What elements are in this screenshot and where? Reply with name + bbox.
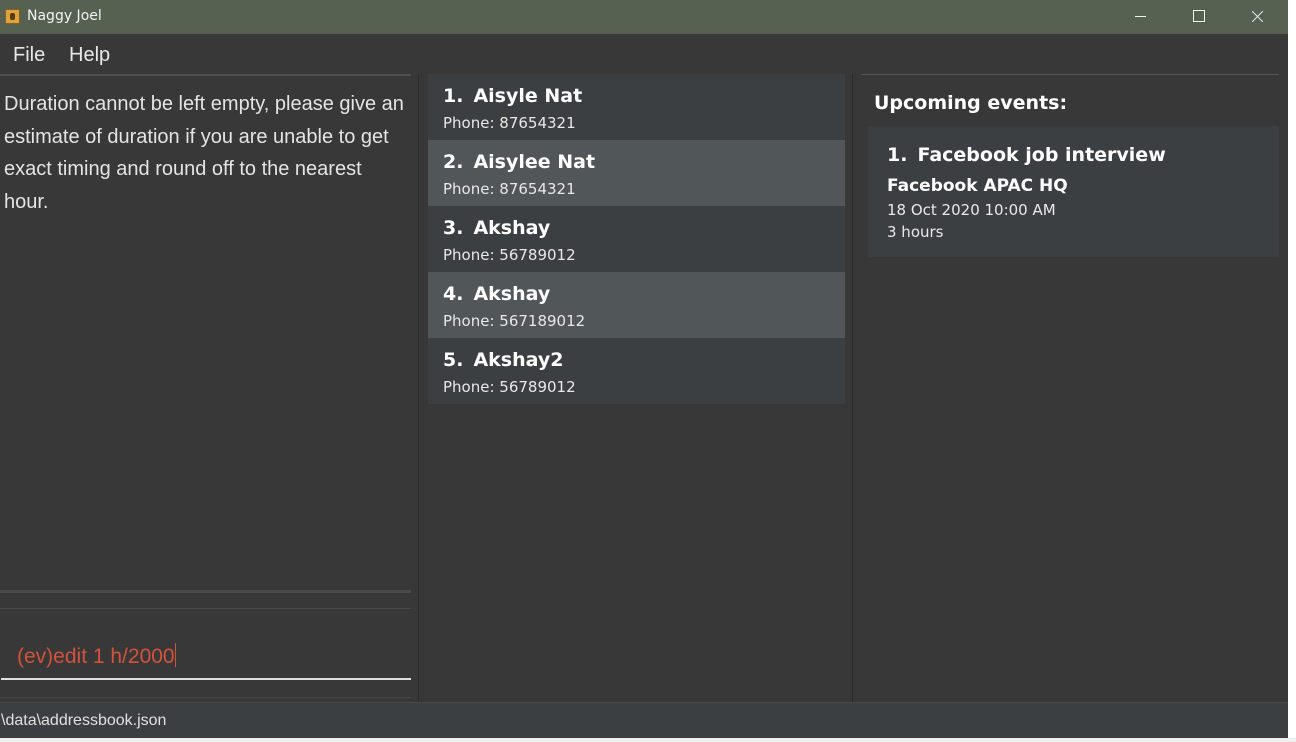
window-title: Naggy Joel [27, 8, 102, 24]
text-cursor [174, 643, 176, 667]
events-pane: Upcoming events: 1. Facebook job intervie… [861, 74, 1279, 702]
command-input-text[interactable]: (ev)edit 1 h/2000 [17, 643, 176, 669]
minimize-button[interactable] [1112, 0, 1170, 34]
event-name: 1. Facebook job interview [887, 144, 1166, 166]
window-edge [1288, 0, 1296, 742]
divider [0, 74, 411, 76]
main-area: Duration cannot be left empty, please gi… [0, 74, 1288, 702]
menu-bar: File Help [0, 34, 1288, 74]
divider [861, 74, 1279, 75]
person-name: 5. Akshay2 [443, 349, 564, 371]
event-card[interactable]: 1. Facebook job interview Facebook APAC H… [868, 126, 1279, 257]
maximize-button[interactable] [1170, 0, 1228, 34]
person-name: 1. Aisyle Nat [443, 85, 583, 107]
command-input-value: (ev)edit 1 h/2000 [17, 645, 175, 668]
pane-divider[interactable] [852, 74, 853, 702]
divider [0, 697, 411, 698]
event-location: Facebook APAC HQ [887, 176, 1068, 196]
close-button[interactable] [1228, 0, 1286, 34]
menu-help[interactable]: Help [69, 44, 110, 67]
save-file-path: \data\addressbook.json [1, 712, 167, 729]
event-duration: 3 hours [887, 223, 944, 241]
person-phone: Phone: 56789012 [443, 246, 576, 264]
person-card[interactable]: 2. Aisylee Nat Phone: 87654321 [428, 140, 845, 206]
person-phone: Phone: 87654321 [443, 114, 576, 132]
person-card[interactable]: 1. Aisyle Nat Phone: 87654321 [428, 74, 845, 140]
divider [0, 608, 411, 609]
left-pane: Duration cannot be left empty, please gi… [0, 74, 411, 702]
person-card[interactable]: 3. Akshay Phone: 56789012 [428, 206, 845, 272]
command-input[interactable]: (ev)edit 1 h/2000 [0, 634, 411, 680]
pane-divider[interactable] [418, 74, 419, 702]
person-name: 2. Aisylee Nat [443, 151, 596, 173]
menu-file[interactable]: File [13, 44, 45, 67]
person-card[interactable]: 4. Akshay Phone: 567189012 [428, 272, 845, 338]
title-bar: Naggy Joel [0, 0, 1288, 34]
result-display: Duration cannot be left empty, please gi… [4, 93, 404, 213]
person-name: 3. Akshay [443, 217, 551, 239]
event-datetime: 18 Oct 2020 10:00 AM [887, 201, 1056, 219]
divider [0, 590, 411, 593]
person-phone: Phone: 56789012 [443, 378, 576, 396]
person-phone: Phone: 87654321 [443, 180, 576, 198]
person-card[interactable]: 5. Akshay2 Phone: 56789012 [428, 338, 845, 404]
window-edge [0, 738, 1296, 742]
command-input-underline [1, 678, 411, 680]
status-bar: \data\addressbook.json [0, 702, 1288, 739]
person-list[interactable]: 1. Aisyle Nat Phone: 87654321 2. Aisylee N… [428, 74, 845, 404]
person-name: 4. Akshay [443, 283, 551, 305]
events-heading: Upcoming events: [874, 92, 1068, 114]
contacts-book-icon [5, 9, 20, 24]
person-phone: Phone: 567189012 [443, 312, 586, 330]
